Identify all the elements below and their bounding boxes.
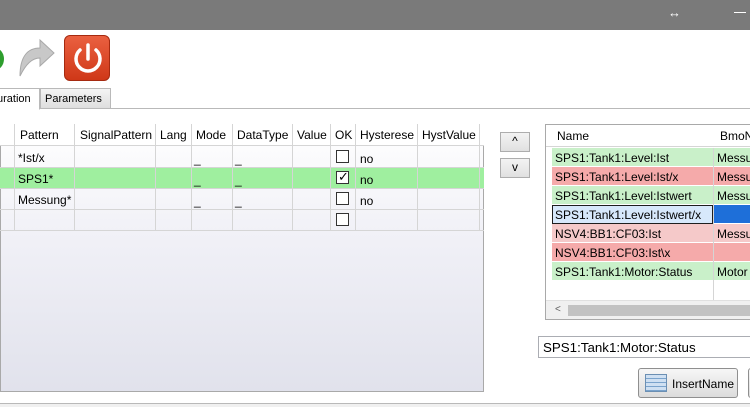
insert-name-button[interactable]: InsertName bbox=[638, 368, 738, 398]
column-header-name[interactable]: Name bbox=[557, 129, 589, 143]
list-item-bmo: Messu bbox=[717, 227, 750, 241]
ok-checkbox[interactable] bbox=[336, 192, 349, 205]
column-header-hystvalue[interactable]: HystValue bbox=[422, 128, 476, 142]
tab-parameters[interactable]: Parameters bbox=[40, 88, 111, 109]
list-item-name: SPS1:Tank1:Motor:Status bbox=[555, 265, 693, 279]
column-separator bbox=[713, 148, 714, 300]
power-button[interactable] bbox=[64, 35, 110, 81]
grid-row[interactable] bbox=[0, 189, 484, 210]
tab-configuration[interactable]: uration bbox=[0, 88, 40, 110]
list-item-name: SPS1:Tank1:Level:Istwert bbox=[555, 189, 692, 203]
cell-datatype[interactable]: _ bbox=[235, 194, 242, 208]
move-up-button[interactable]: ^ bbox=[500, 132, 530, 152]
title-bar: ↔ bbox=[0, 0, 750, 30]
column-header-pattern[interactable]: Pattern bbox=[20, 128, 59, 142]
status-strip bbox=[0, 403, 750, 407]
tab-label: Parameters bbox=[45, 93, 102, 105]
signal-name-input[interactable] bbox=[538, 336, 750, 358]
cell-datatype[interactable]: _ bbox=[235, 152, 242, 166]
list-item[interactable]: NSV4:BB1:CF03:Ist Messu bbox=[552, 224, 750, 243]
list-item-bmo: Messu bbox=[717, 151, 750, 165]
column-header-ok[interactable]: OK bbox=[335, 128, 352, 142]
list-item-bmo: Messu bbox=[717, 170, 750, 184]
cell-pattern[interactable]: Messung* bbox=[18, 193, 71, 207]
grid-row[interactable] bbox=[0, 147, 484, 168]
column-separator bbox=[417, 124, 418, 230]
column-header-value[interactable]: Value bbox=[297, 128, 327, 142]
column-separator bbox=[330, 124, 331, 230]
cell-pattern[interactable]: SPS1* bbox=[18, 172, 53, 186]
column-header-hysterese[interactable]: Hysterese bbox=[360, 128, 414, 142]
cell-hysterese[interactable]: no bbox=[360, 194, 373, 208]
column-header-bmon[interactable]: BmoN bbox=[720, 129, 750, 143]
cell-mode[interactable]: _ bbox=[194, 152, 201, 166]
column-header-lang[interactable]: Lang bbox=[160, 128, 187, 142]
cell-hysterese[interactable]: no bbox=[360, 152, 373, 166]
list-item-bmo: Messu bbox=[717, 189, 750, 203]
toolbar bbox=[0, 30, 750, 88]
move-down-button[interactable]: v bbox=[500, 158, 530, 178]
column-separator bbox=[355, 124, 356, 230]
column-header-mode[interactable]: Mode bbox=[196, 128, 226, 142]
list-item-name: SPS1:Tank1:Level:Ist/x bbox=[555, 170, 679, 184]
list-item[interactable]: SPS1:Tank1:Level:Istwert Messu bbox=[552, 186, 750, 205]
column-separator bbox=[232, 124, 233, 230]
tab-strip-line bbox=[0, 108, 750, 109]
column-separator bbox=[479, 124, 480, 230]
column-header-signalpattern[interactable]: SignalPattern bbox=[80, 128, 152, 142]
insert-list-icon bbox=[645, 374, 667, 392]
horizontal-scrollbar[interactable]: < bbox=[546, 300, 750, 319]
list-item-name: SPS1:Tank1:Level:Istwert/x bbox=[552, 205, 713, 224]
list-item-name: NSV4:BB1:CF03:Ist bbox=[555, 227, 662, 241]
cell-mode[interactable]: _ bbox=[194, 194, 201, 208]
cell-hysterese[interactable]: no bbox=[360, 173, 373, 187]
list-item-name: SPS1:Tank1:Level:Ist bbox=[555, 151, 670, 165]
column-separator bbox=[155, 124, 156, 230]
column-separator bbox=[74, 124, 75, 230]
tab-label: uration bbox=[0, 93, 31, 105]
insert-name-label: InsertName bbox=[672, 377, 735, 391]
list-item[interactable]: SPS1:Tank1:Level:Ist Messu bbox=[552, 148, 750, 167]
scroll-left-icon[interactable]: < bbox=[555, 304, 561, 315]
list-item-bmo: Motor bbox=[717, 265, 748, 279]
column-separator bbox=[14, 124, 15, 230]
scroll-thumb[interactable] bbox=[568, 305, 750, 316]
list-item[interactable]: SPS1:Tank1:Motor:Status Motor bbox=[552, 262, 750, 281]
column-separator bbox=[191, 124, 192, 230]
list-item-name: NSV4:BB1:CF03:Ist\x bbox=[555, 246, 671, 260]
redo-icon[interactable] bbox=[14, 34, 56, 80]
list-item[interactable]: NSV4:BB1:CF03:Ist\x bbox=[552, 243, 750, 262]
list-item-selected[interactable]: SPS1:Tank1:Level:Istwert/x bbox=[552, 205, 750, 224]
list-item[interactable]: SPS1:Tank1:Level:Ist/x Messu bbox=[552, 167, 750, 186]
ok-checkbox-checked[interactable] bbox=[336, 169, 349, 185]
column-header-datatype[interactable]: DataType bbox=[237, 128, 288, 142]
ok-checkbox[interactable] bbox=[336, 150, 349, 163]
grid-row-new[interactable] bbox=[0, 210, 484, 231]
minimize-icon[interactable] bbox=[734, 12, 746, 13]
cell-datatype[interactable]: _ bbox=[235, 173, 242, 187]
cell-mode[interactable]: _ bbox=[194, 173, 201, 187]
resize-icon[interactable]: ↔ bbox=[668, 5, 681, 20]
column-separator bbox=[292, 124, 293, 230]
cell-pattern[interactable]: *Ist/x bbox=[18, 151, 45, 165]
grid-row-selected[interactable] bbox=[0, 168, 484, 189]
power-icon bbox=[74, 43, 102, 73]
ok-checkbox[interactable] bbox=[336, 213, 349, 226]
